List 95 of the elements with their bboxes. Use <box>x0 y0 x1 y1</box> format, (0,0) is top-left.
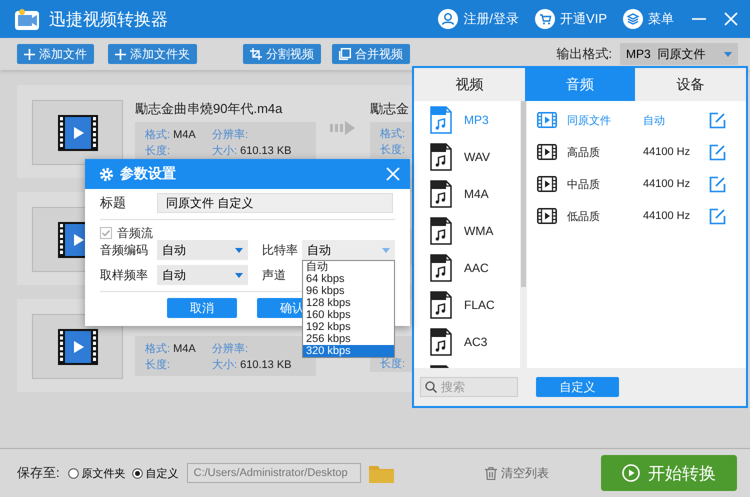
caret-icon <box>235 248 243 252</box>
close-icon <box>386 167 400 181</box>
edit-button[interactable] <box>709 208 726 224</box>
film-icon <box>537 208 557 224</box>
close-button[interactable] <box>724 12 738 26</box>
crop-icon <box>250 48 262 60</box>
film-icon <box>537 176 557 192</box>
field-label: 取样频率 <box>100 266 149 284</box>
target-file-name: 勵志金 <box>370 100 409 118</box>
music-file-icon <box>430 142 452 170</box>
title-label: 标题 <box>100 194 127 212</box>
cart-button[interactable]: 开通VIP <box>535 9 607 29</box>
dialog-title: 参数设置 <box>120 165 177 183</box>
file-info-field: 格式: M4A <box>145 340 212 356</box>
format-item[interactable]: M4A <box>414 175 520 212</box>
file-info-label: 分辨率: <box>212 342 250 356</box>
radio-option[interactable]: 自定义 <box>132 466 179 480</box>
category-tab[interactable]: 设备 <box>635 68 746 101</box>
minimize-icon <box>692 18 706 20</box>
edit-button[interactable] <box>709 176 726 192</box>
add-button[interactable]: 添加文件夹 <box>108 44 197 64</box>
output-format-select[interactable]: MP3 同原文件 <box>620 43 738 65</box>
layers-icon <box>623 9 643 29</box>
user-button[interactable]: 注册/登录 <box>438 9 520 29</box>
app-logo-icon <box>15 8 39 30</box>
edit-icon <box>709 112 726 128</box>
plus-icon <box>115 48 126 60</box>
target-info-label: 长度: <box>380 356 406 372</box>
music-file-icon <box>430 254 452 282</box>
copy-icon <box>339 48 351 60</box>
film-icon <box>537 144 557 160</box>
title-field[interactable]: 同原文件 自定义 <box>157 193 393 213</box>
play-circle-icon <box>622 464 640 482</box>
field-label: 声道 <box>262 266 287 284</box>
window-title: 迅捷视频转换器 <box>49 8 168 30</box>
music-file-icon <box>430 290 452 318</box>
edit-icon <box>709 208 726 224</box>
format-item[interactable]: AAC <box>414 249 520 286</box>
arrow-icon <box>330 121 356 135</box>
film-icon <box>58 114 98 150</box>
file-name: 勵志金曲串燒90年代.m4a <box>135 100 284 118</box>
close-icon <box>724 12 738 26</box>
music-file-icon <box>430 180 452 208</box>
file-info-field: 大小: 610.13 KB <box>212 356 306 372</box>
file-info-label: 分辨率: <box>212 128 250 142</box>
caret-icon <box>724 52 732 56</box>
scrollbar[interactable] <box>520 101 527 368</box>
clear-list-button[interactable]: 清空列表 <box>485 464 549 482</box>
caret-icon <box>382 248 390 252</box>
search-field[interactable]: 搜索 <box>420 377 518 397</box>
layers-button[interactable]: 菜单 <box>623 9 674 29</box>
dropdown-option[interactable]: 320 kbps <box>303 345 394 357</box>
edit-button[interactable] <box>709 112 726 128</box>
target-info-label: 长度: <box>380 142 406 158</box>
file-info-field: 格式: M4A <box>145 126 212 142</box>
scrollbar-thumb[interactable] <box>521 101 526 287</box>
music-file-icon <box>430 216 452 244</box>
close-button[interactable] <box>386 167 400 181</box>
radio-option[interactable]: 原文件夹 <box>68 466 126 480</box>
trash-icon <box>485 466 497 480</box>
caret-icon <box>235 272 243 278</box>
add-button[interactable]: 添加文件 <box>17 44 94 64</box>
field-label: 比特率 <box>262 242 299 258</box>
search-icon <box>425 381 437 393</box>
dropdown-select[interactable]: 自动 <box>157 265 248 285</box>
preset-item[interactable]: 高品质 44100 Hz <box>537 136 709 168</box>
edit-button[interactable] <box>709 144 726 160</box>
field-label: 音频编码 <box>100 242 149 258</box>
dropdown-select[interactable]: 自动 <box>157 240 248 260</box>
music-file-icon <box>430 328 452 356</box>
preset-item[interactable]: 中品质 44100 Hz <box>537 168 709 200</box>
file-info-label: 长度: <box>145 144 172 158</box>
target-info-label: 格式: <box>380 127 406 142</box>
file-info-label: 长度: <box>145 358 172 372</box>
format-item[interactable]: WAV <box>414 138 520 175</box>
merge-button[interactable]: 合并视频 <box>332 44 410 64</box>
preset-item[interactable]: 低品质 44100 Hz <box>537 200 709 232</box>
film-icon <box>537 112 557 128</box>
file-info-field: 大小: 610.13 KB <box>212 142 306 158</box>
category-tab[interactable]: 视频 <box>414 68 525 101</box>
gear-icon <box>99 166 114 182</box>
user-icon <box>438 9 458 29</box>
format-item[interactable]: FLAC <box>414 286 520 323</box>
save-to-label: 保存至: <box>17 464 60 482</box>
edit-icon <box>709 176 726 192</box>
output-format-label: 输出格式: <box>556 45 612 63</box>
film-icon <box>58 328 98 364</box>
format-item[interactable]: AC3 <box>414 323 520 360</box>
folder-icon <box>368 464 394 482</box>
split-button[interactable]: 分割视频 <box>243 44 321 64</box>
plus-icon <box>24 48 35 60</box>
edit-icon <box>709 144 726 160</box>
cart-icon <box>535 9 556 29</box>
music-file-icon <box>430 106 452 134</box>
format-item[interactable]: WMA <box>414 212 520 249</box>
